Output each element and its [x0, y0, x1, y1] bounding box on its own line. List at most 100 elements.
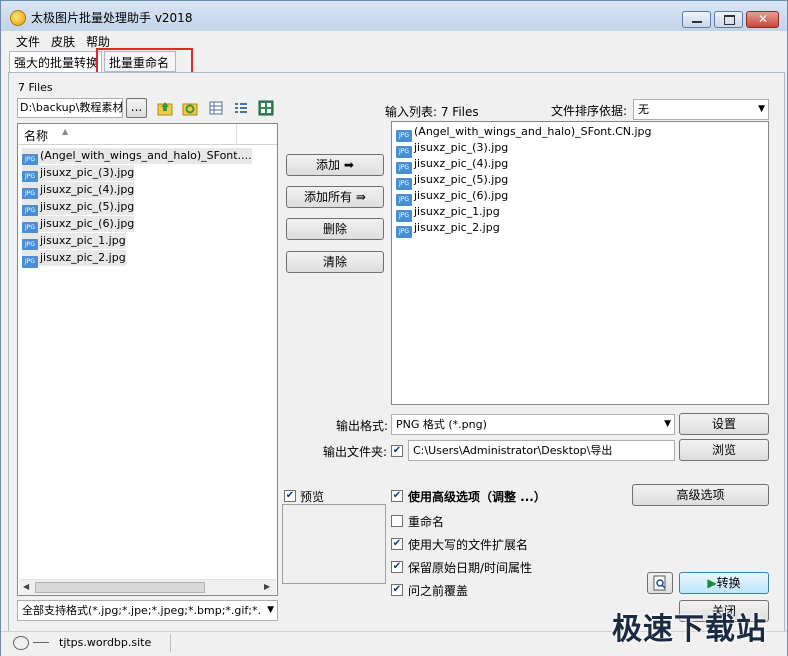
sort-up-icon: ▲	[62, 127, 69, 136]
list-item[interactable]: JPG jisuxz_pic_(4).jpg	[396, 156, 509, 174]
preview-zoom-button[interactable]	[647, 572, 673, 594]
input-list-label: 输入列表: 7 Files	[385, 105, 479, 119]
list-view-icon[interactable]	[233, 100, 249, 116]
file-name: jisuxz_pic_2.jpg	[40, 251, 126, 264]
use-advanced-checkbox[interactable]: ✔	[391, 490, 403, 502]
advanced-options-button[interactable]: 高级选项	[632, 484, 769, 506]
scroll-thumb[interactable]	[35, 582, 205, 593]
jpg-file-icon: JPG	[396, 226, 412, 238]
chevron-down-icon: ▼	[664, 419, 671, 429]
list-item[interactable]: JPG jisuxz_pic_(3).jpg	[22, 165, 135, 183]
highlight-box	[96, 48, 193, 75]
add-button-label: 添加	[316, 158, 341, 172]
scroll-right-icon[interactable]: ▶	[264, 582, 270, 591]
preview-label: 预览	[300, 490, 325, 504]
rename-checkbox[interactable]	[391, 515, 403, 527]
clear-button[interactable]: 清除	[286, 251, 384, 273]
tab-batch-convert[interactable]: 强大的批量转换	[9, 51, 102, 73]
list-item[interactable]: JPG jisuxz_pic_(5).jpg	[396, 172, 509, 190]
add-all-button-label: 添加所有	[304, 190, 353, 204]
file-name: (Angel_with_wings_and_halo)_SFont.CN.jpg	[414, 125, 652, 138]
list-item[interactable]: JPG (Angel_with_wings_and_halo)_SFont....	[22, 148, 252, 166]
column-header[interactable]: 名称 ▲	[18, 124, 277, 145]
list-item[interactable]: JPG jisuxz_pic_1.jpg	[22, 233, 126, 251]
filter-value: 全部支持格式(*.jpg;*.jpe;*.jpeg;*.bmp;*.gif;*.	[22, 604, 262, 617]
list-item[interactable]: JPG jisuxz_pic_(6).jpg	[396, 188, 509, 206]
play-icon: ▶	[707, 576, 717, 590]
window-title: 太极图片批量处理助手 v2018	[31, 11, 193, 25]
refresh-folder-icon[interactable]	[182, 100, 198, 116]
folder-up-icon[interactable]	[157, 100, 173, 116]
keep-date-label: 保留原始日期/时间属性	[408, 561, 533, 575]
chevron-down-icon: ▼	[267, 605, 274, 615]
list-item[interactable]: JPG jisuxz_pic_(6).jpg	[22, 216, 135, 234]
output-folder-checkbox[interactable]: ✔	[391, 445, 403, 457]
file-name: (Angel_with_wings_and_halo)_SFont....	[40, 149, 252, 162]
uppercase-ext-checkbox[interactable]: ✔	[391, 538, 403, 550]
source-file-list[interactable]: 名称 ▲ JPG (Angel_with_wings_and_halo)_SFon…	[17, 123, 278, 596]
list-item[interactable]: JPG jisuxz_pic_(4).jpg	[22, 182, 135, 200]
file-name: jisuxz_pic_(6).jpg	[414, 189, 509, 202]
scroll-left-icon[interactable]: ◀	[23, 582, 29, 591]
menu-bar: 文件 皮肤 帮助	[1, 31, 787, 49]
file-name: jisuxz_pic_2.jpg	[414, 221, 500, 234]
ask-overwrite-checkbox[interactable]: ✔	[391, 584, 403, 596]
add-all-button[interactable]: 添加所有 ⇛	[286, 186, 384, 208]
output-format-value: PNG 格式 (*.png)	[396, 418, 487, 431]
chevron-down-icon: ▼	[758, 104, 765, 114]
preview-box	[282, 504, 386, 584]
path-field[interactable]: D:\backup\教程素材	[17, 98, 123, 118]
output-format-label: 输出格式:	[336, 419, 389, 433]
watermark-logo: 极速下载站	[612, 612, 767, 647]
minimize-button[interactable]	[682, 11, 711, 28]
list-item[interactable]: JPG jisuxz_pic_(5).jpg	[22, 199, 135, 217]
file-name: jisuxz_pic_1.jpg	[40, 234, 126, 247]
details-view-icon[interactable]	[208, 100, 224, 116]
status-cloud-icon	[13, 636, 29, 650]
menu-skin[interactable]: 皮肤	[51, 33, 75, 50]
convert-button-label: 转换	[716, 576, 741, 590]
output-folder-field[interactable]: C:\Users\Administrator\Desktop\导出	[408, 440, 675, 461]
app-logo-icon	[10, 10, 26, 26]
magnifier-icon	[653, 575, 666, 591]
file-count-label: 7 Files	[18, 81, 53, 94]
output-format-dropdown[interactable]: PNG 格式 (*.png) ▼	[391, 414, 675, 435]
file-name: jisuxz_pic_(6).jpg	[40, 217, 135, 230]
file-name: jisuxz_pic_1.jpg	[414, 205, 500, 218]
output-folder-value: C:\Users\Administrator\Desktop\导出	[413, 444, 613, 457]
list-item[interactable]: JPG jisuxz_pic_2.jpg	[22, 250, 126, 268]
horizontal-scrollbar[interactable]: ◀ ▶	[19, 579, 276, 595]
use-advanced-label: 使用高级选项（调整 ...）	[408, 490, 546, 504]
remove-button[interactable]: 删除	[286, 218, 384, 240]
file-name: jisuxz_pic_(4).jpg	[414, 157, 509, 170]
settings-button[interactable]: 设置	[679, 413, 769, 435]
browse-button[interactable]: 浏览	[679, 439, 769, 461]
output-folder-label: 输出文件夹:	[323, 445, 388, 459]
close-window-button[interactable]: ✕	[746, 11, 779, 28]
add-button[interactable]: 添加 ➡	[286, 154, 384, 176]
list-item[interactable]: JPG (Angel_with_wings_and_halo)_SFont.CN.…	[396, 124, 652, 142]
list-item[interactable]: JPG jisuxz_pic_1.jpg	[396, 204, 500, 222]
filter-dropdown[interactable]: 全部支持格式(*.jpg;*.jpe;*.jpeg;*.bmp;*.gif;*.…	[17, 600, 278, 621]
double-arrow-right-icon: ⇛	[355, 190, 366, 204]
file-name: jisuxz_pic_(5).jpg	[414, 173, 509, 186]
sort-dropdown[interactable]: 无 ▼	[633, 99, 769, 120]
maximize-button[interactable]	[714, 11, 743, 28]
jpg-file-icon: JPG	[22, 256, 38, 268]
list-item[interactable]: JPG jisuxz_pic_2.jpg	[396, 220, 500, 238]
preview-checkbox[interactable]: ✔	[284, 490, 296, 502]
list-item[interactable]: JPG jisuxz_pic_(3).jpg	[396, 140, 508, 158]
browse-path-button[interactable]: ...	[126, 98, 147, 118]
rename-label: 重命名	[408, 515, 445, 529]
arrow-right-icon: ➡	[343, 158, 354, 172]
thumbnail-view-icon[interactable]	[258, 100, 274, 116]
app-window: 太极图片批量处理助手 v2018 ✕ 文件 皮肤 帮助 强大的批量转换 批量重命…	[0, 0, 788, 656]
menu-file[interactable]: 文件	[16, 33, 40, 50]
status-divider	[33, 642, 49, 643]
sort-label: 文件排序依据:	[551, 104, 628, 118]
keep-date-checkbox[interactable]: ✔	[391, 561, 403, 573]
input-file-list[interactable]: JPG (Angel_with_wings_and_halo)_SFont.CN.…	[391, 121, 769, 405]
file-name: jisuxz_pic_(5).jpg	[40, 200, 135, 213]
file-name: jisuxz_pic_(4).jpg	[40, 183, 135, 196]
convert-button[interactable]: ▶转换	[679, 572, 769, 594]
